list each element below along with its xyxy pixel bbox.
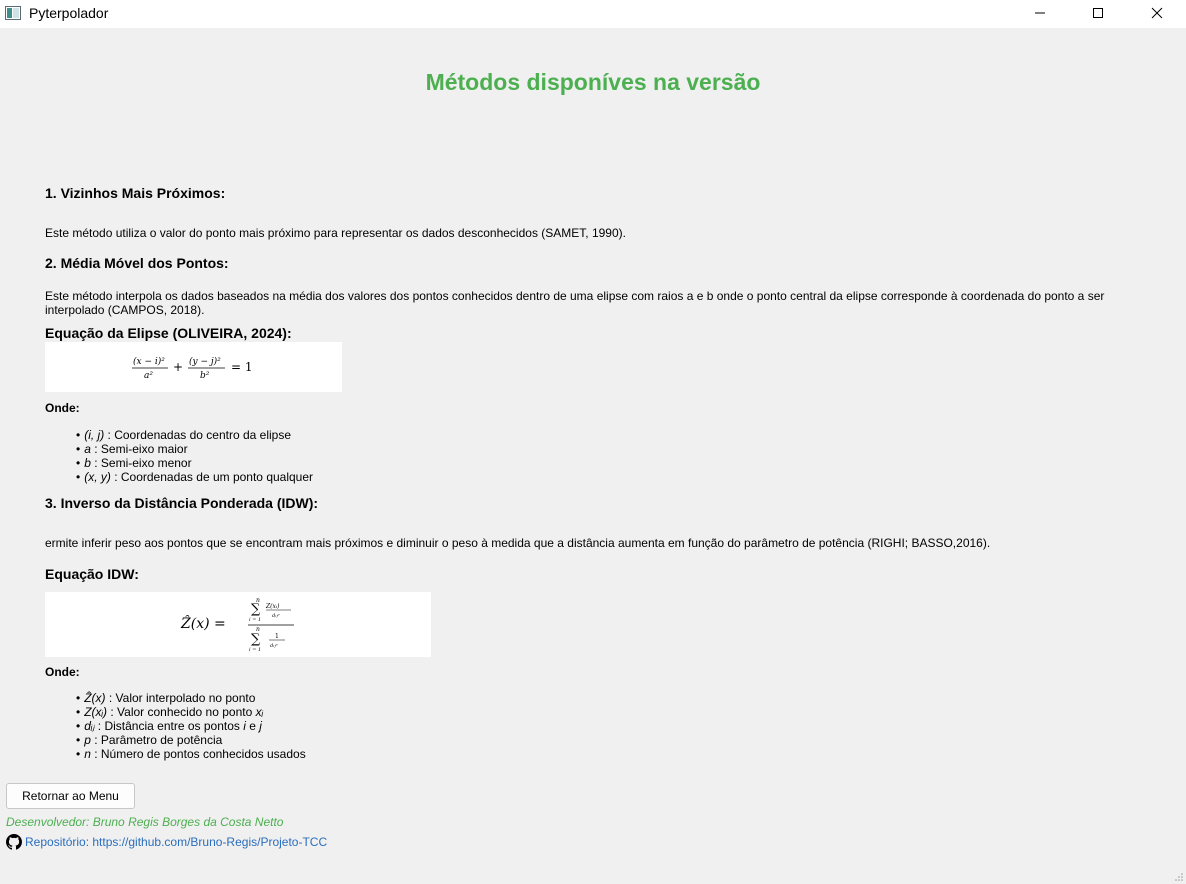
ellipse-variables-list: (i, j) : Coordenadas do centro da elipse… bbox=[76, 428, 313, 484]
close-icon bbox=[1151, 7, 1163, 19]
github-icon bbox=[6, 834, 22, 850]
app-window-icon bbox=[5, 6, 21, 20]
idw-lhs: Ẑ(x) = bbox=[180, 614, 226, 632]
minimize-icon bbox=[1035, 12, 1045, 14]
ellipse-equals: = 1 bbox=[231, 360, 253, 374]
ellipse-formula-image: (x − i)² a² + (y − j)² b² = 1 bbox=[45, 342, 342, 392]
ellipse-num2: (y − j)² bbox=[189, 356, 221, 367]
ellipse-num1: (x − i)² bbox=[133, 356, 165, 367]
maximize-icon bbox=[1093, 8, 1103, 18]
window-title: Pyterpolador bbox=[29, 5, 109, 21]
list-item: a : Semi-eixo maior bbox=[76, 442, 313, 456]
idw-variables-list: Ẑ(x) : Valor interpolado no ponto Z(xᵢ) … bbox=[76, 691, 306, 761]
return-to-menu-button[interactable]: Retornar ao Menu bbox=[6, 783, 135, 809]
list-item: b : Semi-eixo menor bbox=[76, 456, 313, 470]
minimize-button[interactable] bbox=[1011, 0, 1069, 28]
list-item: n : Número de pontos conhecidos usados bbox=[76, 747, 306, 761]
close-button[interactable] bbox=[1128, 0, 1186, 28]
ellipse-equation-title: Equação da Elipse (OLIVEIRA, 2024): bbox=[45, 325, 292, 341]
section2-onde-label: Onde: bbox=[45, 401, 80, 415]
section3-onde-label: Onde: bbox=[45, 665, 80, 679]
section3-title: 3. Inverso da Distância Ponderada (IDW): bbox=[45, 495, 319, 511]
svg-text:∑: ∑ bbox=[251, 632, 261, 647]
section2-title: 2. Média Móvel dos Pontos: bbox=[45, 255, 229, 271]
svg-text:1: 1 bbox=[275, 633, 279, 640]
section1-title: 1. Vizinhos Mais Próximos: bbox=[45, 185, 226, 201]
section1-text: Este método utiliza o valor do ponto mai… bbox=[45, 226, 626, 240]
list-item: Z(xᵢ) : Valor conhecido no ponto xᵢ bbox=[76, 705, 306, 719]
ellipse-plus: + bbox=[173, 360, 183, 374]
svg-text:Z(xᵢ): Z(xᵢ) bbox=[265, 603, 280, 610]
svg-text:dᵢⱼᵖ: dᵢⱼᵖ bbox=[272, 613, 280, 619]
section3-text: ermite inferir peso aos pontos que se en… bbox=[45, 536, 991, 550]
list-item: (x, y) : Coordenadas de um ponto qualque… bbox=[76, 470, 313, 484]
svg-text:∑: ∑ bbox=[251, 602, 261, 617]
list-item: dᵢⱼ : Distância entre os pontos i e j bbox=[76, 719, 306, 733]
idw-equation-title: Equação IDW: bbox=[45, 566, 139, 582]
idw-formula-image: Ẑ(x) = n ∑ i = 1 Z(xᵢ) dᵢⱼᵖ n ∑ i = 1 1 … bbox=[45, 592, 431, 657]
maximize-button[interactable] bbox=[1069, 0, 1127, 28]
svg-text:i = 1: i = 1 bbox=[249, 647, 261, 653]
resize-grip-icon[interactable] bbox=[1174, 872, 1184, 882]
page-title: Métodos disponíves na versão bbox=[425, 69, 761, 95]
list-item: p : Parâmetro de potência bbox=[76, 733, 306, 747]
section2-text: Este método interpola os dados baseados … bbox=[45, 289, 1105, 317]
developer-credit: Desenvolvedor: Bruno Regis Borges da Cos… bbox=[6, 815, 284, 829]
list-item: (i, j) : Coordenadas do centro da elipse bbox=[76, 428, 313, 442]
repository-link-text[interactable]: Repositório: https://github.com/Bruno-Re… bbox=[25, 835, 327, 849]
ellipse-den1: a² bbox=[144, 371, 153, 381]
title-bar: Pyterpolador bbox=[0, 0, 1186, 28]
list-item: Ẑ(x) : Valor interpolado no ponto bbox=[76, 691, 306, 705]
svg-text:dᵢⱼᵖ: dᵢⱼᵖ bbox=[270, 643, 278, 649]
ellipse-den2: b² bbox=[200, 371, 210, 381]
svg-text:i = 1: i = 1 bbox=[249, 617, 261, 623]
repository-link[interactable]: Repositório: https://github.com/Bruno-Re… bbox=[6, 834, 327, 850]
